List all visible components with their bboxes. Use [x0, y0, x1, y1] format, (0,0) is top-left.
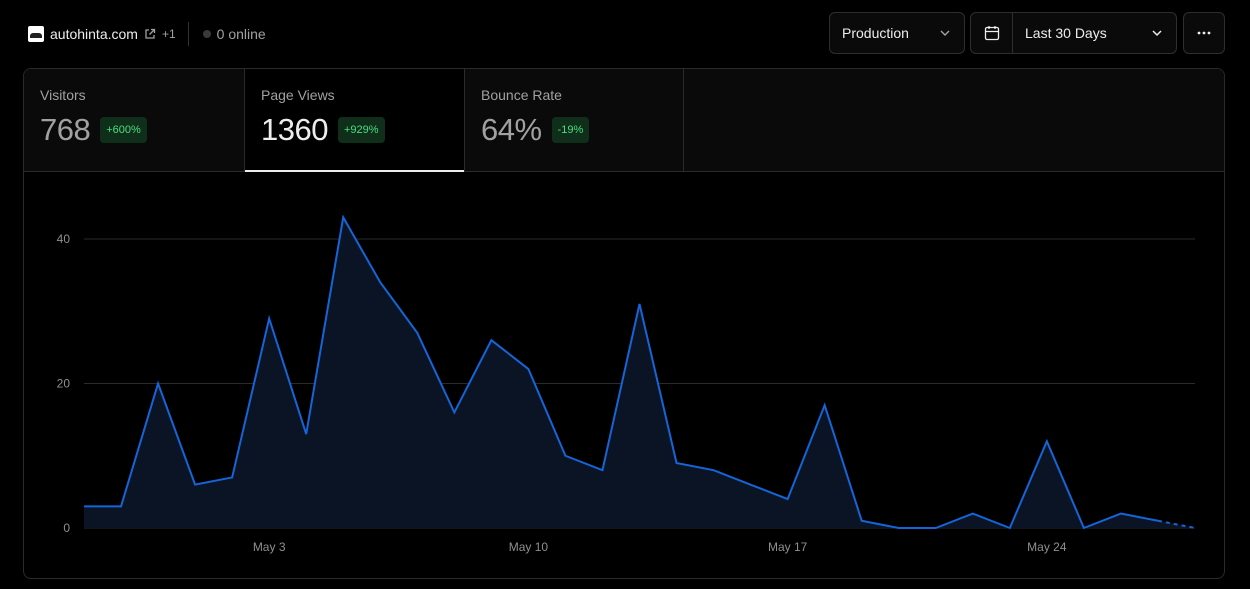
top-bar: autohinta.com +1 0 online Production Las…: [0, 0, 1250, 64]
extra-domains-count[interactable]: +1: [162, 27, 176, 41]
online-status-dot-icon: [202, 30, 211, 38]
y-tick-label: 40: [57, 232, 71, 246]
date-range-label: Last 30 Days: [1025, 25, 1107, 41]
date-range-select[interactable]: Last 30 Days: [970, 12, 1177, 54]
chevron-down-icon: [1152, 30, 1162, 37]
more-options-button[interactable]: [1183, 12, 1225, 54]
x-tick-label: May 3: [253, 540, 286, 554]
site-name[interactable]: autohinta.com: [50, 26, 138, 42]
calendar-button[interactable]: [971, 13, 1013, 53]
series-area: [84, 217, 1195, 528]
date-range-dropdown[interactable]: Last 30 Days: [1013, 25, 1176, 41]
x-tick-label: May 24: [1027, 540, 1067, 554]
x-tick-label: May 17: [768, 540, 808, 554]
environment-label: Production: [842, 25, 909, 41]
external-link-icon[interactable]: [144, 28, 156, 40]
site-selector[interactable]: autohinta.com +1 0 online: [28, 22, 266, 46]
calendar-icon: [984, 26, 999, 41]
y-tick-label: 20: [57, 377, 71, 391]
more-horizontal-icon: [1197, 31, 1211, 35]
y-tick-label: 0: [63, 521, 70, 535]
online-count: 0 online: [216, 26, 266, 42]
analytics-panel: Visitors 768 +600% Page Views 1360 +929%…: [23, 68, 1225, 579]
environment-select[interactable]: Production: [829, 12, 965, 54]
chevron-down-icon: [940, 30, 950, 36]
site-favicon-icon: [28, 26, 44, 42]
page-views-chart: 0 20 40 May 3 May 10 May 17 May 24: [57, 214, 1196, 554]
divider: [187, 22, 189, 46]
x-tick-label: May 10: [509, 540, 549, 554]
